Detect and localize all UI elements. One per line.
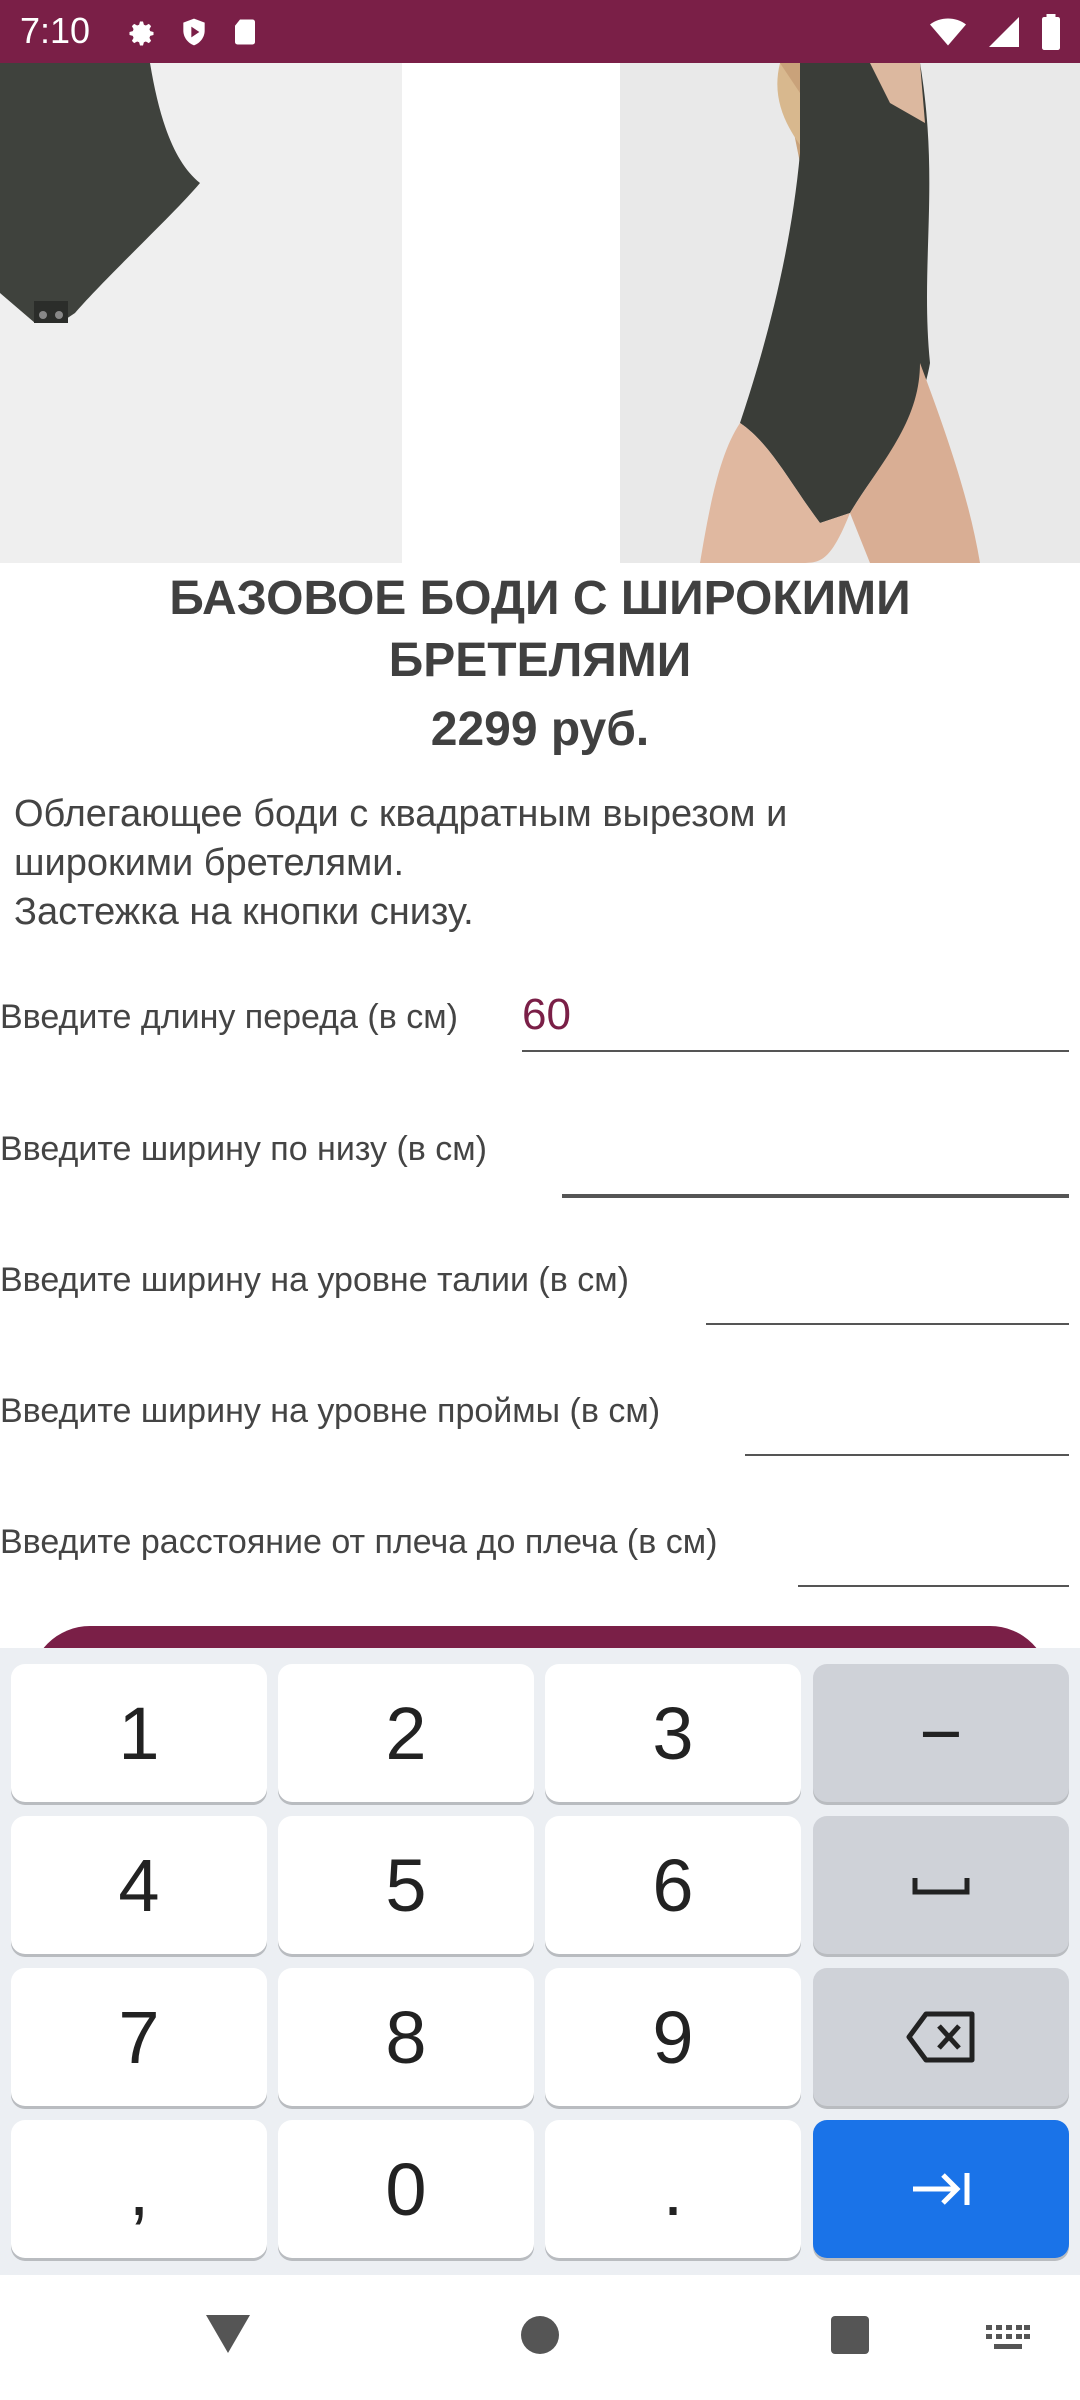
next-key[interactable] (813, 2120, 1069, 2258)
shoulder-width-label: Введите расстояние от плеча до плеча (в … (0, 1523, 718, 1561)
recents-icon[interactable] (830, 2315, 870, 2355)
key-9[interactable]: 9 (545, 1968, 801, 2106)
key-2[interactable]: 2 (278, 1664, 534, 1802)
product-photo-bodysuit (0, 63, 402, 563)
description-line: широкими бретелями. (14, 842, 405, 884)
product-title: БАЗОВОЕ БОДИ С ШИРОКИМИ БРЕТЕЛЯМИ (169, 572, 911, 687)
navigation-bar (0, 2275, 1080, 2400)
home-icon[interactable] (520, 2315, 560, 2355)
key-minus[interactable]: − (813, 1664, 1069, 1802)
front-length-label: Введите длину переда (в см) (0, 998, 458, 1036)
front-length-input[interactable]: 60 (522, 990, 1069, 1052)
signal-icon (989, 17, 1019, 47)
backspace-key[interactable] (813, 1968, 1069, 2106)
key-comma[interactable]: , (11, 2120, 267, 2258)
armhole-width-label: Введите ширину на уровне проймы (в см) (0, 1392, 661, 1430)
key-4[interactable]: 4 (11, 1816, 267, 1954)
product-description: Облегающее боди с квадратным вырезом и ш… (14, 790, 1054, 937)
sd-card-icon (235, 19, 255, 45)
backspace-icon (906, 2011, 975, 2063)
key-0[interactable]: 0 (278, 2120, 534, 2258)
description-line: Застежка на кнопки снизу. (14, 891, 474, 933)
bottom-width-input[interactable] (562, 1134, 1069, 1198)
back-icon[interactable] (204, 2313, 252, 2355)
shoulder-width-input[interactable] (798, 1525, 1069, 1587)
product-gallery[interactable] (0, 63, 1080, 563)
product-price: 2299 руб. (430, 703, 650, 756)
shield-icon (183, 18, 205, 46)
keyboard-switch-icon[interactable] (986, 2325, 1030, 2351)
key-7[interactable]: 7 (11, 1968, 267, 2106)
armhole-width-input[interactable] (745, 1394, 1069, 1456)
space-key[interactable] (813, 1816, 1069, 1954)
tab-next-icon (913, 2173, 970, 2205)
product-photo-model (620, 63, 1080, 563)
status-time: 7:10 (20, 10, 91, 51)
key-3[interactable]: 3 (545, 1664, 801, 1802)
description-line: Облегающее боди с квадратным вырезом и (14, 793, 788, 835)
battery-icon (1042, 14, 1060, 50)
bottom-width-label: Введите ширину по низу (в см) (0, 1130, 488, 1168)
key-1[interactable]: 1 (11, 1664, 267, 1802)
waist-width-input[interactable] (706, 1263, 1069, 1325)
waist-width-label: Введите ширину на уровне талии (в см) (0, 1261, 629, 1299)
key-6[interactable]: 6 (545, 1816, 801, 1954)
wifi-icon (930, 18, 966, 46)
key-8[interactable]: 8 (278, 1968, 534, 2106)
key-period[interactable]: . (545, 2120, 801, 2258)
space-icon (912, 1878, 970, 1895)
key-5[interactable]: 5 (278, 1816, 534, 1954)
gear-icon (129, 21, 154, 46)
numeric-keyboard: 1 2 3 − 4 5 6 7 8 9 , 0 . (0, 1648, 1080, 2275)
status-bar: 7:10 (0, 0, 1080, 63)
